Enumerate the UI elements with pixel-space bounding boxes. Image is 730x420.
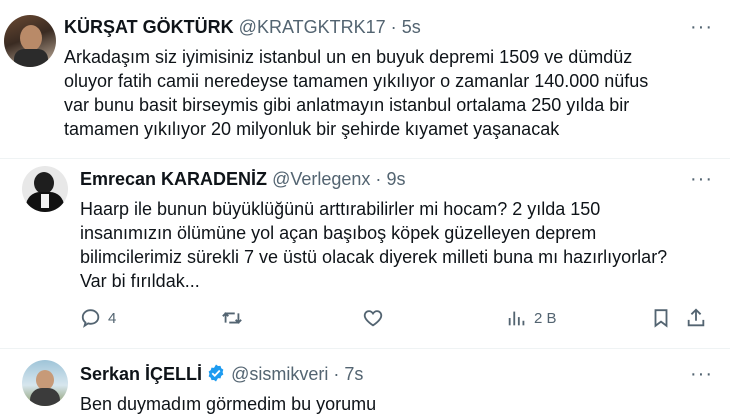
tweet-1-header: KÜRŞAT GÖKTÜRK @KRATGKTRK17 · 5s (64, 16, 421, 38)
views-count: 2 B (534, 309, 557, 327)
handle[interactable]: @KRATGKTRK17 (239, 17, 386, 37)
more-icon[interactable]: ··· (690, 169, 713, 189)
avatar-serkan[interactable] (22, 360, 68, 406)
avatar-kursat[interactable] (4, 15, 56, 67)
text-line: Arkadaşım siz iyimisiniz istanbul un en … (64, 47, 633, 67)
handle[interactable]: @Verlegenx (272, 169, 370, 189)
bookmark-button[interactable] (650, 307, 672, 329)
text-line: bilimcilerimiz sürekli 7 ve üstü olacak … (80, 247, 668, 267)
display-name[interactable]: Serkan İÇELLİ (80, 364, 202, 384)
reply-button[interactable]: 4 (80, 307, 116, 329)
like-button[interactable] (362, 307, 390, 329)
text-line: Var bi fırıldak... (80, 271, 200, 291)
text-line: var bunu basit birseymis gibi anlatmayın… (64, 95, 630, 115)
retweet-icon (222, 312, 242, 324)
tweet-3-header: Serkan İÇELLİ @sismikveri · 7s (80, 363, 363, 385)
timestamp[interactable]: 7s (344, 364, 363, 384)
views-button[interactable]: 2 B (506, 307, 557, 329)
avatar-emrecan[interactable] (22, 166, 68, 212)
tweet-2-actions: 4 2 B (80, 307, 720, 337)
reply-count: 4 (108, 309, 117, 327)
tweet-2-header: Emrecan KARADENİZ @Verlegenx · 9s (80, 168, 405, 190)
views-icon (508, 311, 525, 326)
display-name[interactable]: Emrecan KARADENİZ (80, 169, 267, 189)
text-line: oluyor fatih camii neredeyse tamamen yık… (64, 71, 649, 91)
tweet-1-text: Arkadaşım siz iyimisiniz istanbul un en … (64, 45, 648, 141)
text-line: Ben duymadım görmedim bu yorumu (80, 394, 377, 414)
share-button[interactable] (685, 307, 707, 329)
more-icon[interactable]: ··· (690, 17, 713, 37)
text-line: insanımızın ölümüne yol açan başıboş köp… (80, 223, 597, 243)
separator: · (390, 17, 397, 37)
display-name[interactable]: KÜRŞAT GÖKTÜRK (64, 17, 234, 37)
divider (0, 348, 730, 349)
bookmark-icon (654, 309, 668, 328)
separator: · (375, 169, 382, 189)
retweet-button[interactable] (220, 307, 250, 329)
timestamp[interactable]: 5s (402, 17, 421, 37)
tweet-3-text: Ben duymadım görmedim bu yorumu (80, 392, 376, 416)
tweet-2-text: Haarp ile bunun büyüklüğünü arttırabilir… (80, 197, 667, 293)
verified-badge-icon (208, 364, 224, 382)
text-line: Haarp ile bunun büyüklüğünü arttırabilir… (80, 199, 601, 219)
more-icon[interactable]: ··· (690, 364, 713, 384)
share-icon (687, 308, 705, 327)
reply-icon (81, 309, 100, 328)
divider (0, 158, 730, 159)
timestamp[interactable]: 9s (386, 169, 405, 189)
like-icon (363, 310, 383, 327)
handle[interactable]: @sismikveri (231, 364, 328, 384)
text-line: tamamen yıkılıyor 20 milyonluk bir şehir… (64, 119, 560, 139)
separator: · (333, 364, 340, 384)
